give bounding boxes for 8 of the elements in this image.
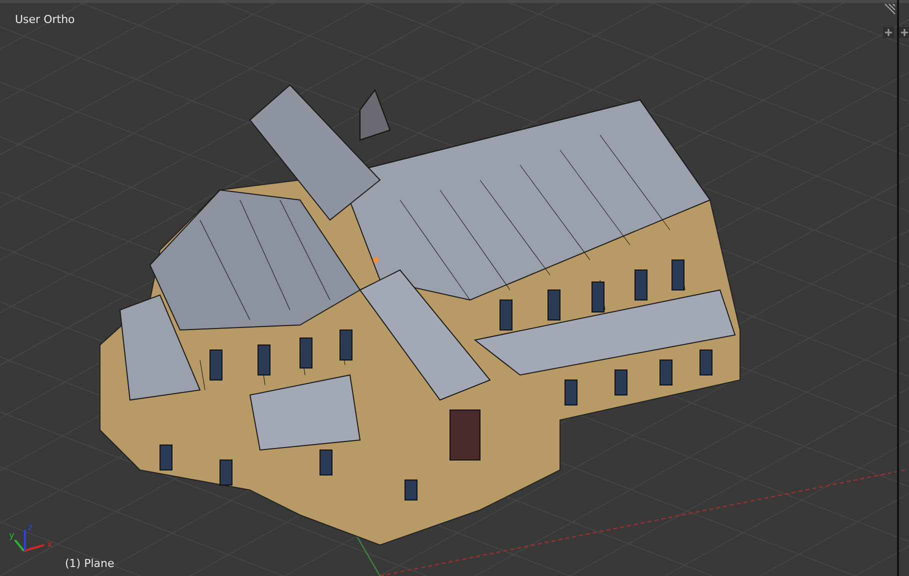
axis-label: z [28, 523, 33, 533]
add-region-icon[interactable] [883, 27, 894, 38]
add-region-icon[interactable] [899, 27, 909, 38]
object-label: (1) Plane [65, 557, 114, 570]
axis-label: y [9, 531, 14, 541]
view-label: User Ortho [15, 13, 75, 26]
axis-label: x [47, 540, 52, 550]
corner-grip-icon[interactable] [883, 3, 896, 15]
